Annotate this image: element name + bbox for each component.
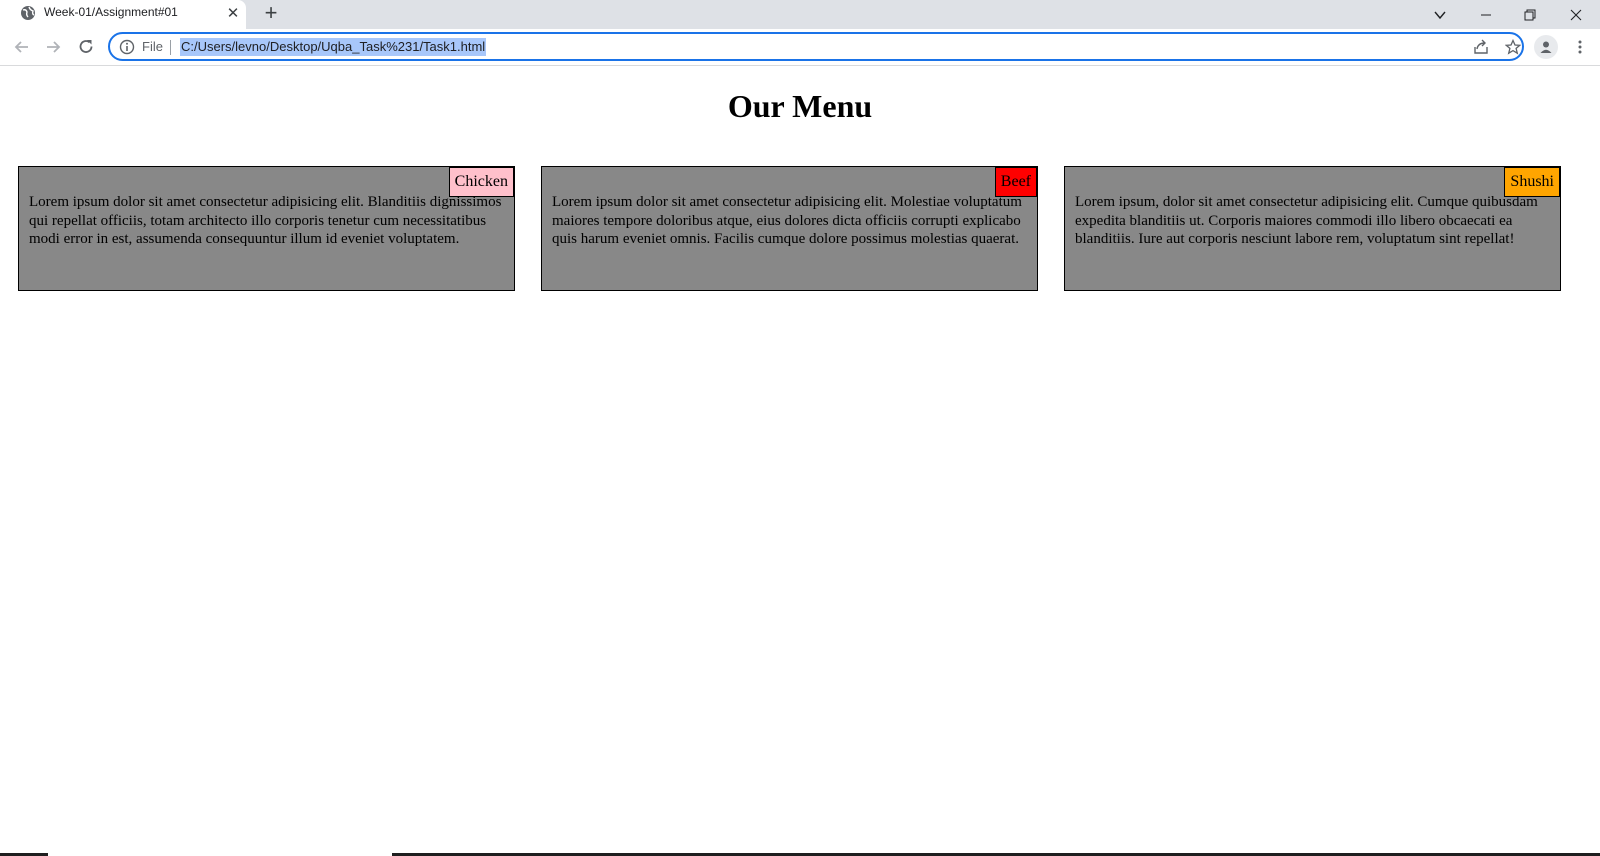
card-text: Lorem ipsum dolor sit amet consectetur a…: [29, 194, 502, 247]
browser-toolbar: File C:/Users/levno/Desktop/Uqba_Task%23…: [0, 29, 1600, 66]
reload-icon[interactable]: [74, 35, 98, 59]
menu-card-beef: Beef Lorem ipsum dolor sit amet consecte…: [541, 166, 1038, 291]
globe-icon: [20, 5, 36, 21]
address-divider: [170, 40, 171, 55]
restore-icon[interactable]: [1508, 0, 1552, 29]
menu-card-chicken: Chicken Lorem ipsum dolor sit amet conse…: [18, 166, 515, 291]
menu-card-shushi: Shushi Lorem ipsum, dolor sit amet conse…: [1064, 166, 1561, 291]
tab-strip: Week-01/Assignment#01 ✕ +: [0, 0, 1600, 29]
minimize-icon[interactable]: [1464, 0, 1508, 29]
scheme-label: File: [142, 39, 163, 54]
address-bar[interactable]: File C:/Users/levno/Desktop/Uqba_Task%23…: [108, 32, 1524, 61]
share-icon[interactable]: [1472, 38, 1490, 56]
card-text: Lorem ipsum, dolor sit amet consectetur …: [1075, 194, 1538, 247]
browser-tab[interactable]: Week-01/Assignment#01 ✕: [0, 0, 246, 29]
profile-icon[interactable]: [1534, 35, 1558, 59]
back-arrow-icon[interactable]: [10, 35, 34, 59]
forward-arrow-icon[interactable]: [41, 35, 65, 59]
star-icon[interactable]: [1504, 38, 1522, 56]
kebab-menu-icon[interactable]: [1570, 35, 1590, 59]
tab-close-icon[interactable]: ✕: [224, 4, 242, 22]
tab-search-icon[interactable]: [1418, 0, 1462, 29]
page-viewport: Our Menu Chicken Lorem ipsum dolor sit a…: [0, 66, 1600, 856]
close-icon[interactable]: [1554, 0, 1598, 29]
page-title: Our Menu: [727, 88, 873, 124]
card-text: Lorem ipsum dolor sit amet consectetur a…: [552, 194, 1022, 247]
new-tab-button[interactable]: +: [260, 2, 282, 24]
info-icon[interactable]: [119, 39, 135, 55]
url-text[interactable]: C:/Users/levno/Desktop/Uqba_Task%231/Tas…: [180, 38, 487, 56]
tab-title: Week-01/Assignment#01: [44, 5, 178, 19]
